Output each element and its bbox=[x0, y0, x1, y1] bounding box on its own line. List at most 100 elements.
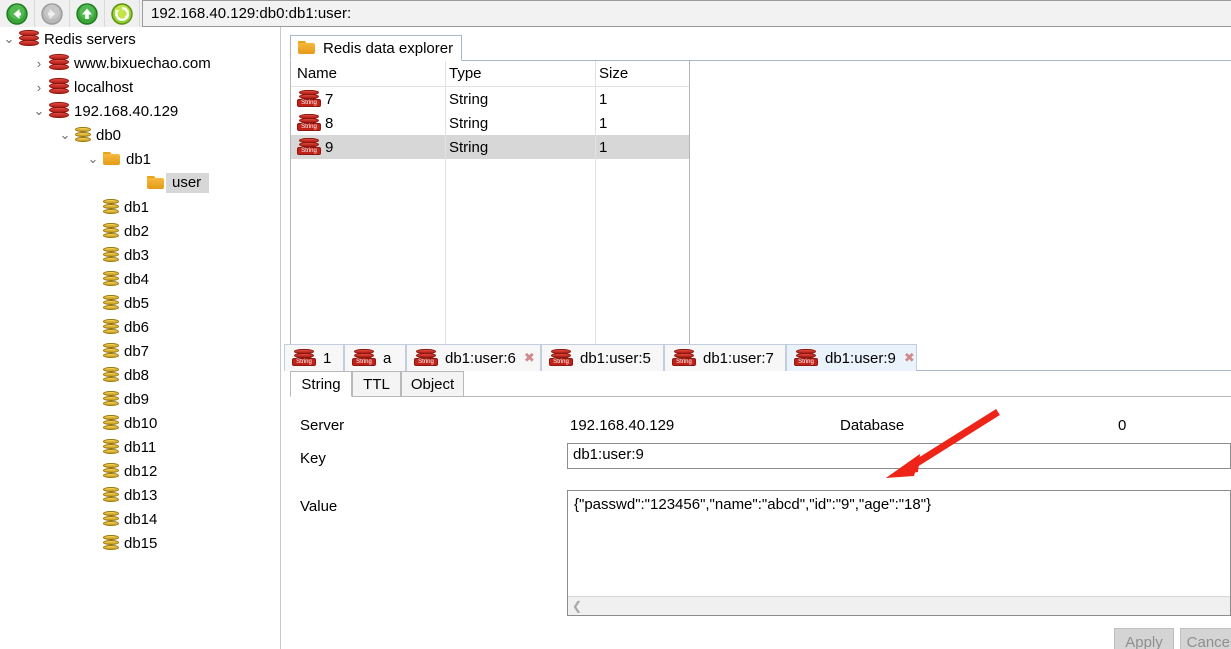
close-icon[interactable]: ✖ bbox=[516, 350, 535, 366]
key-tab-db1-user-6[interactable]: String db1:user:6 ✖ bbox=[406, 344, 541, 371]
key-label: Key bbox=[300, 450, 326, 467]
tab-object[interactable]: Object bbox=[401, 371, 464, 397]
tree-item-db3[interactable]: db3 bbox=[0, 243, 280, 267]
tree-item-db11[interactable]: db11 bbox=[0, 435, 280, 459]
tree-item-192-168-40-129[interactable]: ⌄ 192.168.40.129 bbox=[0, 99, 280, 123]
key-table-header: Name Type Size bbox=[291, 61, 689, 87]
chevron-left-icon[interactable]: ❮ bbox=[568, 599, 586, 613]
tree-item-label: db9 bbox=[124, 390, 150, 408]
tree-item-label: db1 bbox=[124, 198, 150, 216]
chevron-right-icon[interactable]: › bbox=[30, 80, 48, 95]
database-label: Database bbox=[840, 417, 905, 434]
address-input[interactable]: 192.168.40.129:db0:db1:user: bbox=[142, 0, 1231, 27]
server-tree-sidebar[interactable]: ⌄ Redis servers › www.bixuechao.com › localho… bbox=[0, 27, 281, 649]
table-row[interactable]: String 9 String 1 bbox=[291, 135, 689, 159]
key-tab-label: db1:user:5 bbox=[580, 349, 651, 367]
arrow-right-circle-icon bbox=[41, 2, 63, 25]
main-panel: Redis data explorer Name Type Size Strin… bbox=[281, 27, 1231, 649]
tree-item-db9[interactable]: db9 bbox=[0, 387, 280, 411]
tree-item-db6[interactable]: db6 bbox=[0, 315, 280, 339]
tree-item-db2[interactable]: db2 bbox=[0, 219, 280, 243]
string-key-icon: String bbox=[292, 349, 318, 367]
database-icon bbox=[102, 390, 120, 408]
cell-type: String bbox=[449, 90, 489, 108]
tree-item-db15[interactable]: db15 bbox=[0, 531, 280, 555]
tree-item-db4[interactable]: db4 bbox=[0, 267, 280, 291]
key-tab-db1-user-5[interactable]: String db1:user:5 bbox=[541, 344, 664, 371]
cell-name-text: 8 bbox=[325, 114, 334, 132]
database-value: 0 bbox=[1118, 417, 1127, 434]
column-header-name[interactable]: Name bbox=[291, 65, 443, 82]
column-header-size[interactable]: Size bbox=[593, 65, 689, 82]
key-tab-db1-user-7[interactable]: String db1:user:7 bbox=[664, 344, 786, 371]
database-icon bbox=[74, 126, 92, 144]
table-row[interactable]: String 8 String 1 bbox=[291, 111, 689, 135]
tree-item-redis-servers[interactable]: ⌄ Redis servers bbox=[0, 27, 280, 51]
key-tab-1[interactable]: String 1 bbox=[284, 344, 344, 371]
tree-item-www-bixuechao-com[interactable]: › www.bixuechao.com bbox=[0, 51, 280, 75]
column-header-type[interactable]: Type bbox=[443, 65, 593, 82]
back-button[interactable] bbox=[0, 0, 35, 27]
chevron-down-icon[interactable]: ⌄ bbox=[30, 103, 48, 119]
string-key-icon: String bbox=[794, 349, 820, 367]
cell-name-text: 9 bbox=[325, 138, 334, 156]
tab-redis-data-explorer[interactable]: Redis data explorer bbox=[290, 35, 463, 61]
redis-icon bbox=[18, 29, 40, 49]
database-icon bbox=[102, 318, 120, 336]
tree-item-localhost[interactable]: › localhost bbox=[0, 75, 280, 99]
chevron-down-icon[interactable]: ⌄ bbox=[84, 151, 102, 167]
key-tabstrip: String 1 String a String db1:user:6 ✖ String db1… bbox=[284, 344, 1231, 371]
chevron-down-icon[interactable]: ⌄ bbox=[56, 127, 74, 143]
database-icon bbox=[102, 534, 120, 552]
cell-size: 1 bbox=[599, 138, 608, 156]
chevron-right-icon[interactable]: › bbox=[30, 56, 48, 71]
string-key-icon: String bbox=[352, 349, 378, 367]
redis-icon bbox=[48, 53, 70, 73]
key-tab-db1-user-9[interactable]: String db1:user:9 ✖ bbox=[786, 344, 917, 371]
key-tab-a[interactable]: String a bbox=[344, 344, 406, 371]
tree-item-user[interactable]: user bbox=[0, 171, 280, 195]
tree-item-db10[interactable]: db10 bbox=[0, 411, 280, 435]
server-value: 192.168.40.129 bbox=[570, 417, 675, 434]
table-row[interactable]: String 7 String 1 bbox=[291, 87, 689, 111]
arrow-left-circle-icon bbox=[6, 2, 28, 25]
folder-icon bbox=[297, 40, 317, 56]
up-button[interactable] bbox=[70, 0, 105, 27]
tree-item-db12[interactable]: db12 bbox=[0, 459, 280, 483]
value-label: Value bbox=[300, 498, 338, 515]
tab-ttl[interactable]: TTL bbox=[352, 371, 401, 397]
chevron-down-icon[interactable]: ⌄ bbox=[0, 31, 18, 47]
database-icon bbox=[102, 342, 120, 360]
tree-item-db8[interactable]: db8 bbox=[0, 363, 280, 387]
tree-item-db1[interactable]: ⌄ db1 bbox=[0, 147, 280, 171]
folder-icon bbox=[102, 151, 122, 167]
tree-item-db1[interactable]: db1 bbox=[0, 195, 280, 219]
string-key-icon: String bbox=[672, 349, 698, 367]
tree-item-db13[interactable]: db13 bbox=[0, 483, 280, 507]
tab-string[interactable]: String bbox=[290, 371, 352, 397]
tree-item-db14[interactable]: db14 bbox=[0, 507, 280, 531]
cancel-button[interactable]: Cancel bbox=[1180, 628, 1231, 649]
tree-item-label: db11 bbox=[124, 438, 157, 456]
value-editor[interactable]: {"passwd":"123456","name":"abcd","id":"9… bbox=[567, 490, 1231, 616]
apply-button[interactable]: Apply bbox=[1114, 628, 1174, 649]
key-table[interactable]: Name Type Size String 7 String 1 String 8 Stri… bbox=[290, 61, 690, 361]
tree-item-label: user bbox=[166, 173, 210, 193]
detail-subtabs: String TTL Object bbox=[290, 371, 1231, 397]
refresh-circle-icon bbox=[111, 2, 133, 25]
key-input[interactable]: db1:user:9 bbox=[567, 443, 1231, 469]
forward-button[interactable] bbox=[35, 0, 70, 27]
tree-item-db7[interactable]: db7 bbox=[0, 339, 280, 363]
refresh-button[interactable] bbox=[105, 0, 140, 27]
value-horizontal-scrollbar[interactable]: ❮ bbox=[568, 596, 1230, 615]
close-icon[interactable]: ✖ bbox=[896, 350, 915, 366]
cell-name: String 7 bbox=[291, 90, 443, 108]
tree-item-db0[interactable]: ⌄ db0 bbox=[0, 123, 280, 147]
tree-item-label: Redis servers bbox=[44, 30, 136, 48]
tree-item-db5[interactable]: db5 bbox=[0, 291, 280, 315]
